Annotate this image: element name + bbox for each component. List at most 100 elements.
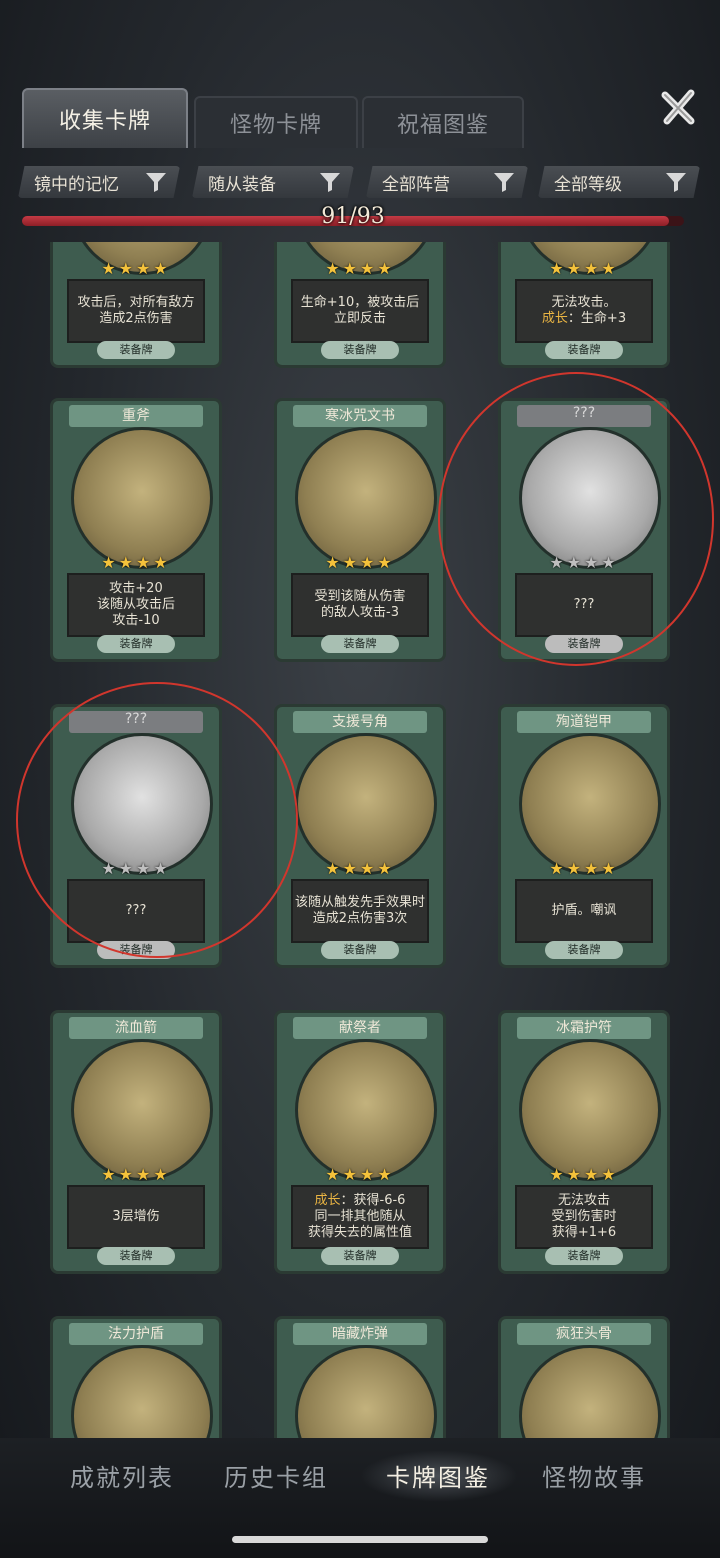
nav-card-codex[interactable]: 卡牌图鉴 bbox=[358, 1458, 518, 1493]
description-line: 护盾。嘲讽 bbox=[551, 903, 617, 918]
description-line: 攻击后，对所有敌方 bbox=[77, 295, 195, 310]
equipment-card[interactable]: 支援号角 ★★★★ 该随从触发先手效果时 造成2点伤害3次 装备牌 bbox=[274, 704, 446, 968]
nav-monster-stories[interactable]: 怪物故事 bbox=[514, 1458, 674, 1493]
card-type-label: 装备牌 bbox=[545, 635, 623, 653]
filter-label: 镜中的记忆 bbox=[34, 174, 119, 195]
star-rating: ★★★★ bbox=[101, 259, 171, 278]
card-description: 护盾。嘲讽 bbox=[515, 879, 653, 943]
progress-count: 91/93 bbox=[321, 204, 385, 229]
tab-collect-cards[interactable]: 收集卡牌 bbox=[22, 88, 188, 148]
card-title: 暗藏炸弹 bbox=[293, 1323, 427, 1345]
equipment-card[interactable]: ??? ★★★★??? 装备牌 bbox=[50, 704, 222, 968]
close-icon bbox=[661, 89, 695, 125]
equipment-card[interactable]: 疯狂头骨★★★★ bbox=[498, 1316, 670, 1438]
description-line: 3层增伤 bbox=[112, 1209, 160, 1224]
equipment-card[interactable]: 法力护盾★★★★ bbox=[50, 1316, 222, 1438]
equipment-card[interactable]: 寒冰咒文书 ★★★★ 受到该随从伤害 的敌人攻击-3 装备牌 bbox=[274, 398, 446, 662]
star-rating: ★★★★ bbox=[325, 1165, 395, 1184]
description-line: 攻击+20 bbox=[109, 581, 163, 596]
star-rating: ★★★★ bbox=[549, 259, 619, 278]
description-line: 生命+10，被攻击后 bbox=[300, 295, 420, 310]
card-description: ??? bbox=[67, 879, 205, 943]
funnel-icon bbox=[320, 173, 340, 192]
locked-card-art bbox=[519, 427, 661, 569]
card-art bbox=[295, 1345, 437, 1438]
filter-label: 全部等级 bbox=[554, 174, 622, 195]
equipment-card[interactable]: ★★★★ 无法攻击。 成长：生命+3 装备牌 bbox=[498, 242, 670, 368]
filter-bar: 镜中的记忆 随从装备 全部阵营 全部等级 bbox=[18, 166, 702, 200]
card-type-label: 装备牌 bbox=[97, 1247, 175, 1265]
description-line: 无法攻击。 bbox=[551, 295, 617, 310]
card-description: 无法攻击 受到伤害时 获得+1+6 bbox=[515, 1185, 653, 1249]
filter-label: 随从装备 bbox=[208, 174, 276, 195]
description-line: 该随从攻击后 bbox=[96, 597, 175, 612]
card-type-label: 装备牌 bbox=[545, 941, 623, 959]
close-button[interactable] bbox=[654, 82, 704, 132]
description-line: 该随从触发先手效果时 bbox=[294, 895, 425, 910]
filter-equipment[interactable]: 随从装备 bbox=[192, 166, 354, 198]
description-line: 无法攻击 bbox=[557, 1193, 610, 1208]
card-type-label: 装备牌 bbox=[321, 635, 399, 653]
card-title: ??? bbox=[69, 711, 203, 733]
description-line: 造成2点伤害 bbox=[99, 311, 173, 326]
star-rating: ★★★★ bbox=[325, 859, 395, 878]
locked-card-art bbox=[71, 733, 213, 875]
star-rating: ★★★★ bbox=[549, 553, 619, 572]
card-description: 攻击+20 该随从攻击后 攻击-10 bbox=[67, 573, 205, 637]
card-art bbox=[519, 733, 661, 875]
filter-level[interactable]: 全部等级 bbox=[538, 166, 700, 198]
equipment-card[interactable]: ★★★★ 生命+10，被攻击后 立即反击 装备牌 bbox=[274, 242, 446, 368]
filter-faction[interactable]: 全部阵营 bbox=[366, 166, 528, 198]
tab-blessing-codex[interactable]: 祝福图鉴 bbox=[362, 96, 524, 148]
card-title: 支援号角 bbox=[293, 711, 427, 733]
funnel-icon bbox=[146, 173, 166, 192]
star-rating: ★★★★ bbox=[101, 553, 171, 572]
description-line: 攻击-10 bbox=[112, 613, 160, 628]
description-line: 成长：获得-6-6 bbox=[314, 1193, 406, 1208]
card-type-label: 装备牌 bbox=[545, 341, 623, 359]
card-title: ??? bbox=[517, 405, 651, 427]
equipment-card[interactable]: 流血箭 ★★★★ 3层增伤 装备牌 bbox=[50, 1010, 222, 1274]
star-rating: ★★★★ bbox=[549, 859, 619, 878]
card-type-label: 装备牌 bbox=[97, 635, 175, 653]
star-rating: ★★★★ bbox=[101, 1165, 171, 1184]
card-title: 献祭者 bbox=[293, 1017, 427, 1039]
card-description: ??? bbox=[515, 573, 653, 637]
equipment-card[interactable]: 重斧 ★★★★ 攻击+20 该随从攻击后 攻击-10 装备牌 bbox=[50, 398, 222, 662]
card-grid[interactable]: ★★★★ 攻击后，对所有敌方 造成2点伤害 装备牌 ★★★★ 生命+10，被攻击后 立即反击… bbox=[0, 242, 720, 1438]
equipment-card[interactable]: ★★★★ 攻击后，对所有敌方 造成2点伤害 装备牌 bbox=[50, 242, 222, 368]
description-line: ??? bbox=[573, 597, 595, 612]
equipment-card[interactable]: 献祭者 ★★★★ 成长：获得-6-6 同一排其他随从 获得失去的属性值 装备牌 bbox=[274, 1010, 446, 1274]
description-line: 造成2点伤害3次 bbox=[312, 911, 408, 926]
card-title: 寒冰咒文书 bbox=[293, 405, 427, 427]
collection-progress: 91/93 bbox=[22, 204, 684, 230]
description-line: 获得+1+6 bbox=[551, 1225, 617, 1240]
description-line: 受到伤害时 bbox=[551, 1209, 617, 1224]
equipment-card[interactable]: 暗藏炸弹★★★★ bbox=[274, 1316, 446, 1438]
nav-achievements[interactable]: 成就列表 bbox=[42, 1458, 202, 1493]
card-description: 生命+10，被攻击后 立即反击 bbox=[291, 279, 429, 343]
tab-monster-cards[interactable]: 怪物卡牌 bbox=[194, 96, 358, 148]
nav-history-decks[interactable]: 历史卡组 bbox=[196, 1458, 356, 1493]
description-line: 的敌人攻击-3 bbox=[321, 605, 399, 620]
description-line: 受到该随从伤害 bbox=[314, 589, 406, 604]
star-rating: ★★★★ bbox=[325, 259, 395, 278]
card-art bbox=[519, 1039, 661, 1181]
equipment-card[interactable]: 冰霜护符 ★★★★ 无法攻击 受到伤害时 获得+1+6 装备牌 bbox=[498, 1010, 670, 1274]
card-description: 成长：获得-6-6 同一排其他随从 获得失去的属性值 bbox=[291, 1185, 429, 1249]
description-line: 成长：生命+3 bbox=[541, 311, 627, 326]
card-title: 法力护盾 bbox=[69, 1323, 203, 1345]
card-type-label: 装备牌 bbox=[545, 1247, 623, 1265]
card-type-label: 装备牌 bbox=[321, 941, 399, 959]
card-description: 无法攻击。 成长：生命+3 bbox=[515, 279, 653, 343]
equipment-card[interactable]: ??? ★★★★??? 装备牌 bbox=[498, 398, 670, 662]
equipment-card[interactable]: 殉道铠甲 ★★★★ 护盾。嘲讽 装备牌 bbox=[498, 704, 670, 968]
funnel-icon bbox=[666, 173, 686, 192]
filter-label: 全部阵营 bbox=[382, 174, 450, 195]
card-title: 冰霜护符 bbox=[517, 1017, 651, 1039]
star-rating: ★★★★ bbox=[101, 859, 171, 878]
card-type-label: 装备牌 bbox=[321, 1247, 399, 1265]
filter-memory[interactable]: 镜中的记忆 bbox=[18, 166, 180, 198]
card-art bbox=[71, 1345, 213, 1438]
home-indicator[interactable] bbox=[232, 1536, 488, 1543]
